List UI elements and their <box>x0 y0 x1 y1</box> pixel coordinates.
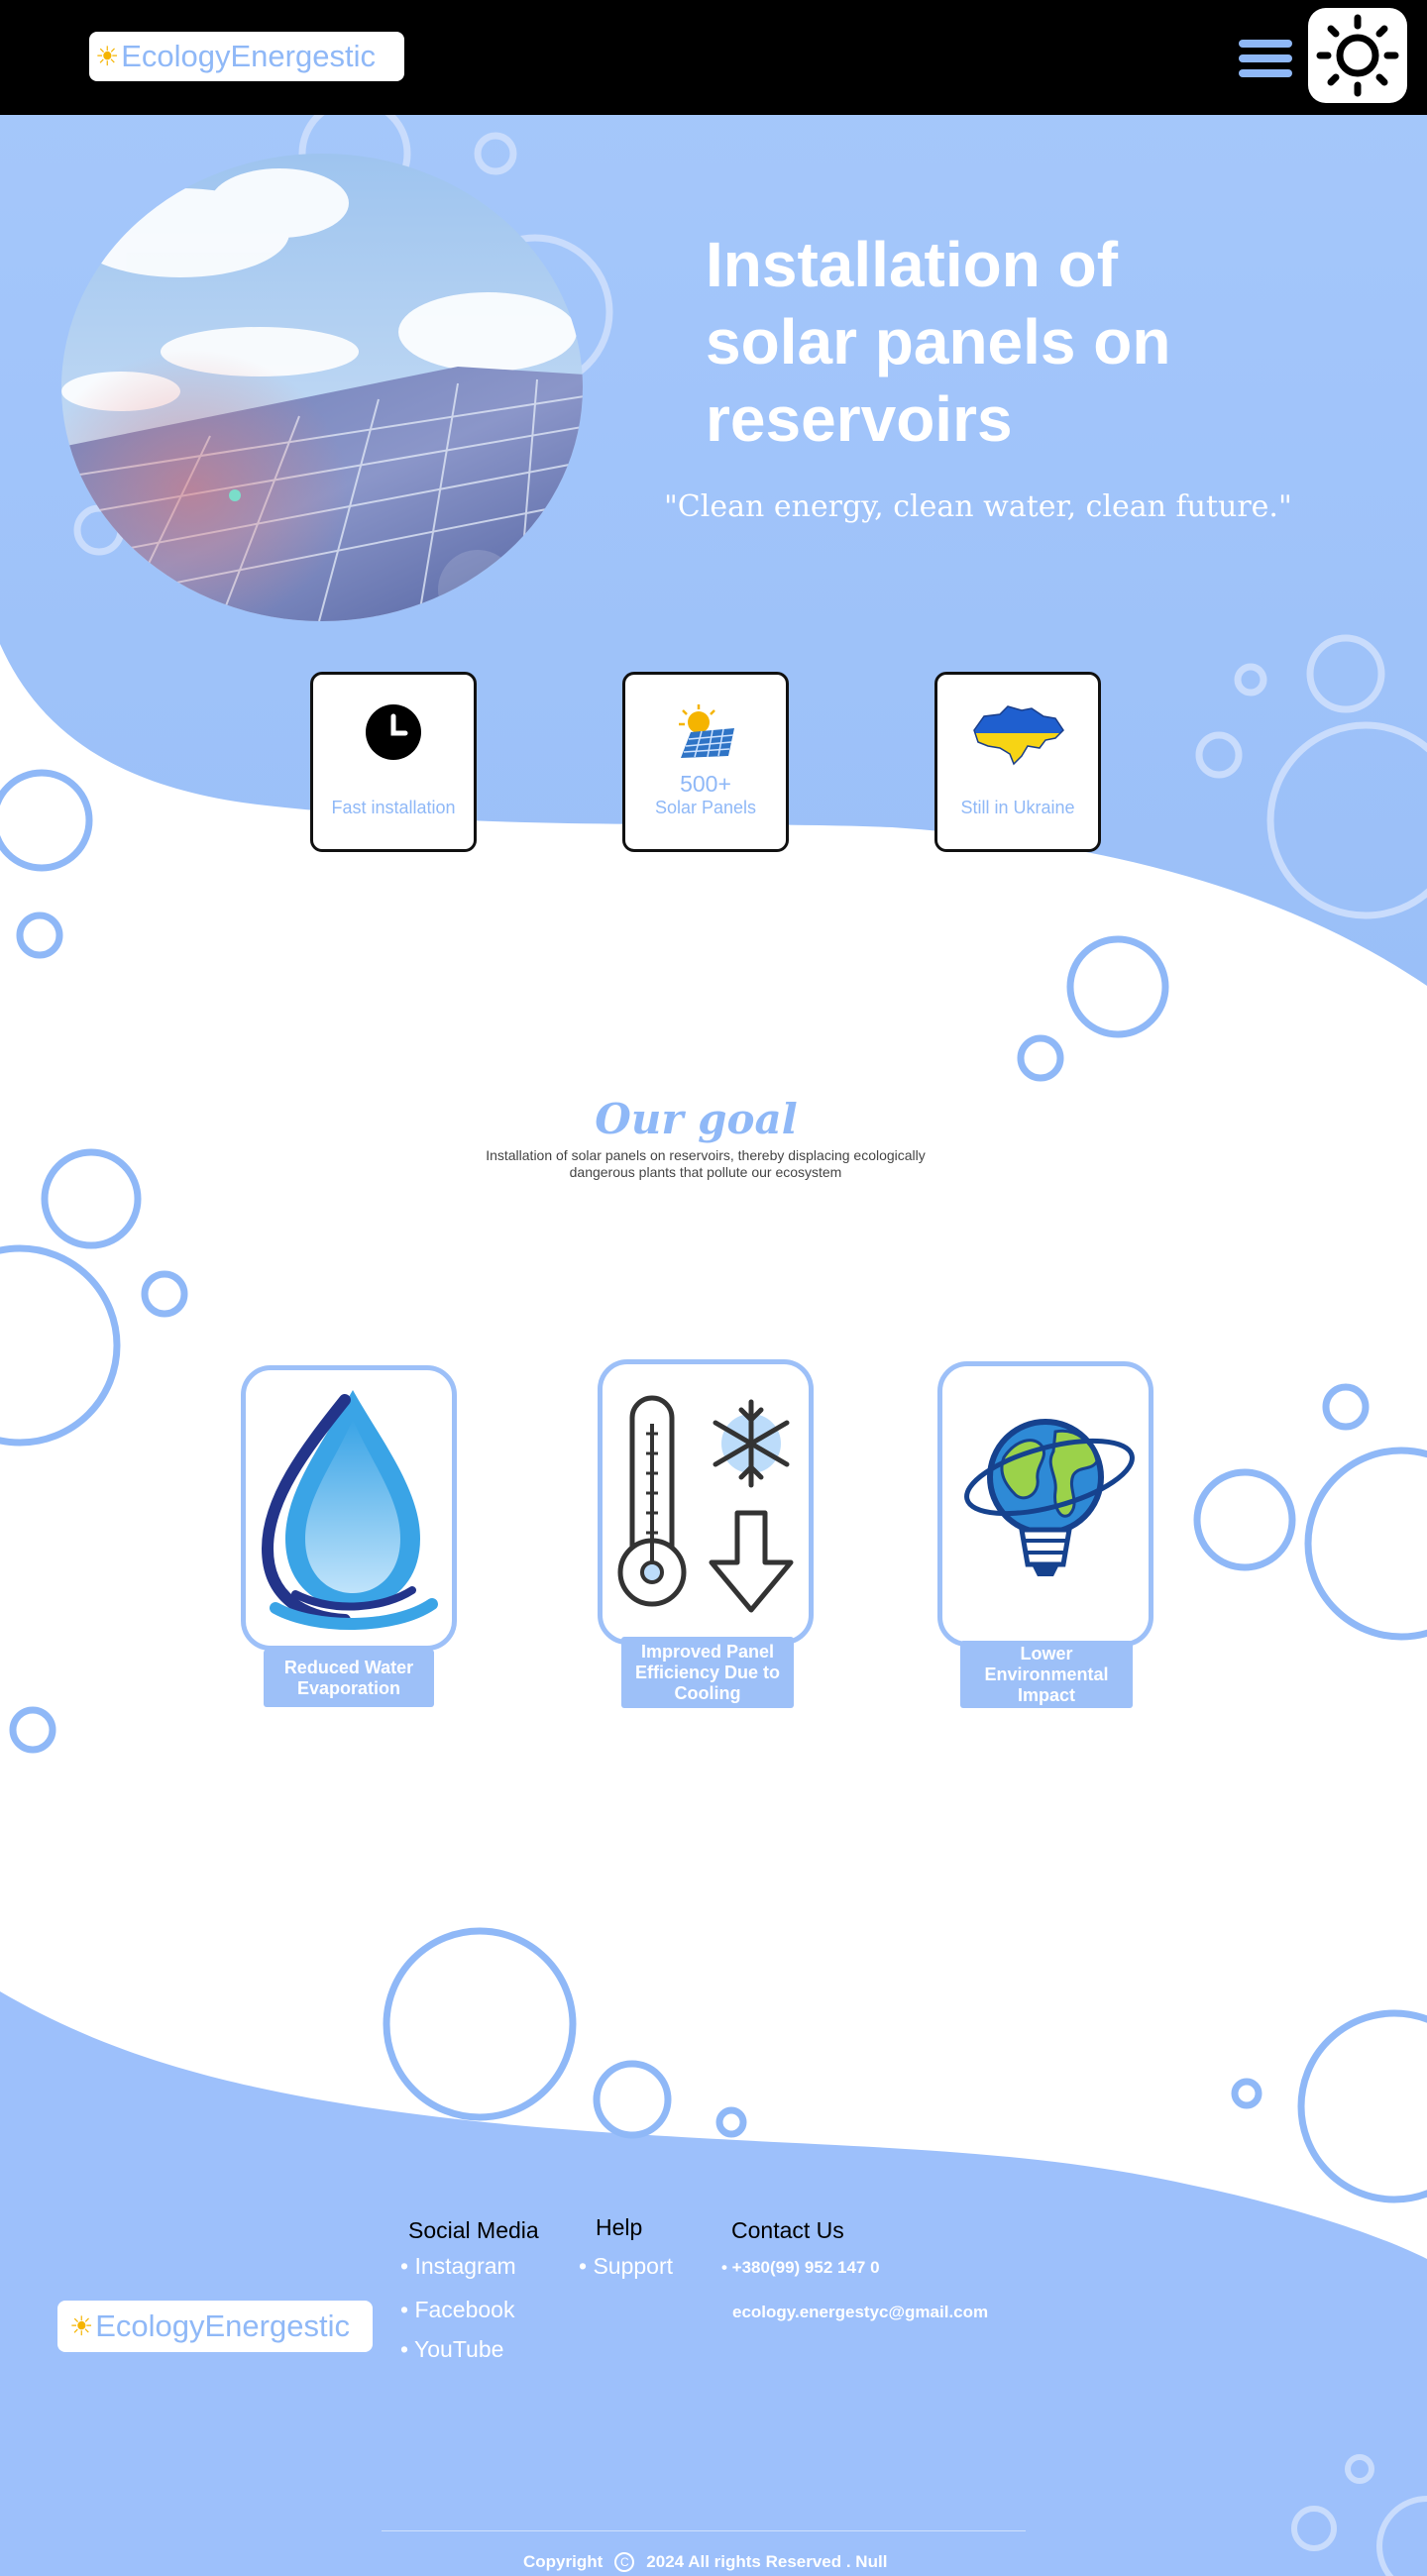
stat-label: Solar Panels <box>654 798 757 817</box>
logo-text: EcologyEnergestic <box>121 39 376 73</box>
facebook-link[interactable]: • Facebook <box>400 2297 514 2323</box>
stat-number: 500+ <box>680 771 731 797</box>
contact-email[interactable]: ecology.energestyc@gmail.com <box>732 2303 988 2322</box>
contact-title: Contact Us <box>731 2217 844 2243</box>
youtube-link[interactable]: • YouTube <box>400 2336 503 2363</box>
sun-icon: ☀ <box>69 2310 94 2341</box>
benefit-label: Reduced Water Evaporation <box>264 1650 434 1707</box>
stat-label: Fast installation <box>331 798 456 817</box>
footer-divider <box>382 2530 1026 2531</box>
solar-panel-icon <box>679 704 734 758</box>
goal-title: Our goal <box>595 1095 798 1143</box>
hero-solar-image <box>61 154 583 621</box>
hero-quote: "Clean energy, clean water, clean future… <box>664 489 1292 524</box>
copyright-right: 2024 All rights Reserved . Null <box>646 2552 888 2571</box>
contact-phone[interactable]: • +380(99) 952 147 0 <box>721 2258 880 2278</box>
menu-button[interactable] <box>1239 40 1294 79</box>
hamburger-menu-icon <box>1239 40 1292 48</box>
support-link[interactable]: • Support <box>579 2253 673 2280</box>
sun-icon: ☀ <box>95 41 120 71</box>
top-header: ☀ EcologyEnergestic <box>0 0 1427 115</box>
earth-bulb-icon <box>964 1419 1135 1576</box>
copyright-icon: C <box>614 2552 635 2572</box>
copyright: Copyright C 2024 All rights Reserved . N… <box>523 2552 887 2572</box>
benefit-label: Improved Panel Efficiency Due to Cooling <box>621 1637 794 1708</box>
water-drop-hand-icon <box>261 1390 438 1630</box>
logo-text: EcologyEnergestic <box>95 2308 350 2343</box>
benefit-card-environment <box>937 1361 1153 1647</box>
copyright-left: Copyright <box>523 2552 604 2571</box>
footer-wave <box>0 1991 1427 2576</box>
benefit-card-evaporation <box>241 1365 457 1651</box>
stat-label: Still in Ukraine <box>960 798 1075 817</box>
sun-toggle-icon <box>1316 14 1399 97</box>
ukraine-map-icon <box>973 705 1064 766</box>
stat-card-installation: Fast installation <box>310 672 477 852</box>
benefit-card-cooling <box>598 1359 814 1645</box>
footer-logo[interactable]: ☀ EcologyEnergestic <box>57 2301 373 2352</box>
help-title: Help <box>596 2214 643 2240</box>
theme-toggle-button[interactable] <box>1308 8 1407 103</box>
hero-title: Installation of solar panels on reservoi… <box>706 229 1171 455</box>
goal-text: Installation of solar panels on reservoi… <box>486 1147 926 1180</box>
stat-card-panels: 500+ Solar Panels <box>622 672 789 852</box>
stat-card-ukraine: Still in Ukraine <box>934 672 1101 852</box>
benefit-label: Lower Environmental Impact <box>960 1641 1133 1708</box>
social-media-title: Social Media <box>408 2217 539 2243</box>
thermometer-snowflake-icon <box>617 1395 794 1613</box>
logo[interactable]: ☀ EcologyEnergestic <box>89 32 404 81</box>
instagram-link[interactable]: • Instagram <box>400 2253 516 2280</box>
clock-icon <box>366 704 421 760</box>
